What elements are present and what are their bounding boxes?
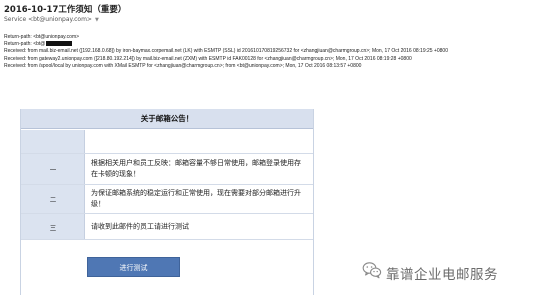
start-test-button[interactable]: 进行测试 (87, 257, 180, 277)
notice-row-text: 为保证邮箱系统的稳定运行和正常使用，现在需要对部分邮箱进行升级！ (91, 189, 301, 208)
raw-header-value: <bt@ (33, 41, 46, 48)
mail-subject: 2016-10-17工作须知（重要） (4, 5, 127, 15)
raw-header-label: Received: (4, 48, 27, 55)
raw-header-label: Return-path: (4, 34, 32, 40)
raw-header-line: Received: from mail.biz-email.net ([192.… (4, 48, 556, 55)
mail-header: 2016-10-17工作须知（重要） Service <bt@unionpay.… (0, 0, 558, 30)
notice-row-number: 一 (21, 154, 85, 184)
raw-header-line: Return-path: <bt@unionpay.com> (4, 34, 556, 41)
watermark-text: 靠谱企业电邮服务 (386, 267, 498, 283)
raw-header-label: Return-path: (4, 41, 32, 48)
mail-sender[interactable]: Service <bt@unionpay.com> ▼ (4, 16, 99, 23)
notice-title: 关于邮箱公告！ (21, 109, 313, 129)
notice-panel: 关于邮箱公告！ 一 根据相关用户和员工反映：邮箱容量不够日常使用，邮箱登录使用存… (20, 109, 314, 295)
raw-header-value: from /spool/local by unionpay.com with X… (27, 62, 362, 69)
raw-header-line: Return-path: <bt@ (4, 41, 556, 48)
notice-row: 二 为保证邮箱系统的稳定运行和正常使用，现在需要对部分邮箱进行升级！ (21, 185, 313, 214)
notice-row-number (21, 130, 85, 153)
notice-row: 一 根据相关用户和员工反映：邮箱容量不够日常使用，邮箱登录使用存在卡顿的现象！ (21, 154, 313, 185)
raw-header-line: Received: from /spool/local by unionpay.… (4, 63, 556, 70)
redaction-bar (46, 41, 73, 47)
raw-header-label: Received: (4, 62, 27, 69)
notice-row-number: 三 (21, 214, 85, 239)
wechat-icon (362, 262, 382, 279)
notice-row (21, 130, 313, 154)
sender-address[interactable]: Service <bt@unionpay.com> (4, 16, 92, 23)
notice-row: 三 请收到此邮件的员工请进行测试 (21, 214, 313, 240)
notice-row-number: 二 (21, 185, 85, 213)
chevron-down-icon[interactable]: ▼ (95, 17, 99, 23)
raw-header-value: <bt@unionpay.com> (33, 34, 80, 40)
cta-area: 进行测试 (21, 240, 313, 295)
notice-row-text (91, 130, 309, 153)
raw-headers: Return-path: <bt@unionpay.com> Return-pa… (4, 34, 556, 70)
raw-header-label: Received: (4, 55, 27, 62)
raw-header-value: from gateway2.unionpay.com ([218.80.192.… (27, 55, 412, 62)
raw-header-value: from mail.biz-email.net ([192.168.0.68])… (27, 48, 448, 55)
notice-row-text: 请收到此邮件的员工请进行测试 (91, 222, 189, 230)
notice-row-text: 根据相关用户和员工反映：邮箱容量不够日常使用，邮箱登录使用存在卡顿的现象！ (91, 159, 301, 178)
raw-header-line: Received: from gateway2.unionpay.com ([2… (4, 56, 556, 63)
